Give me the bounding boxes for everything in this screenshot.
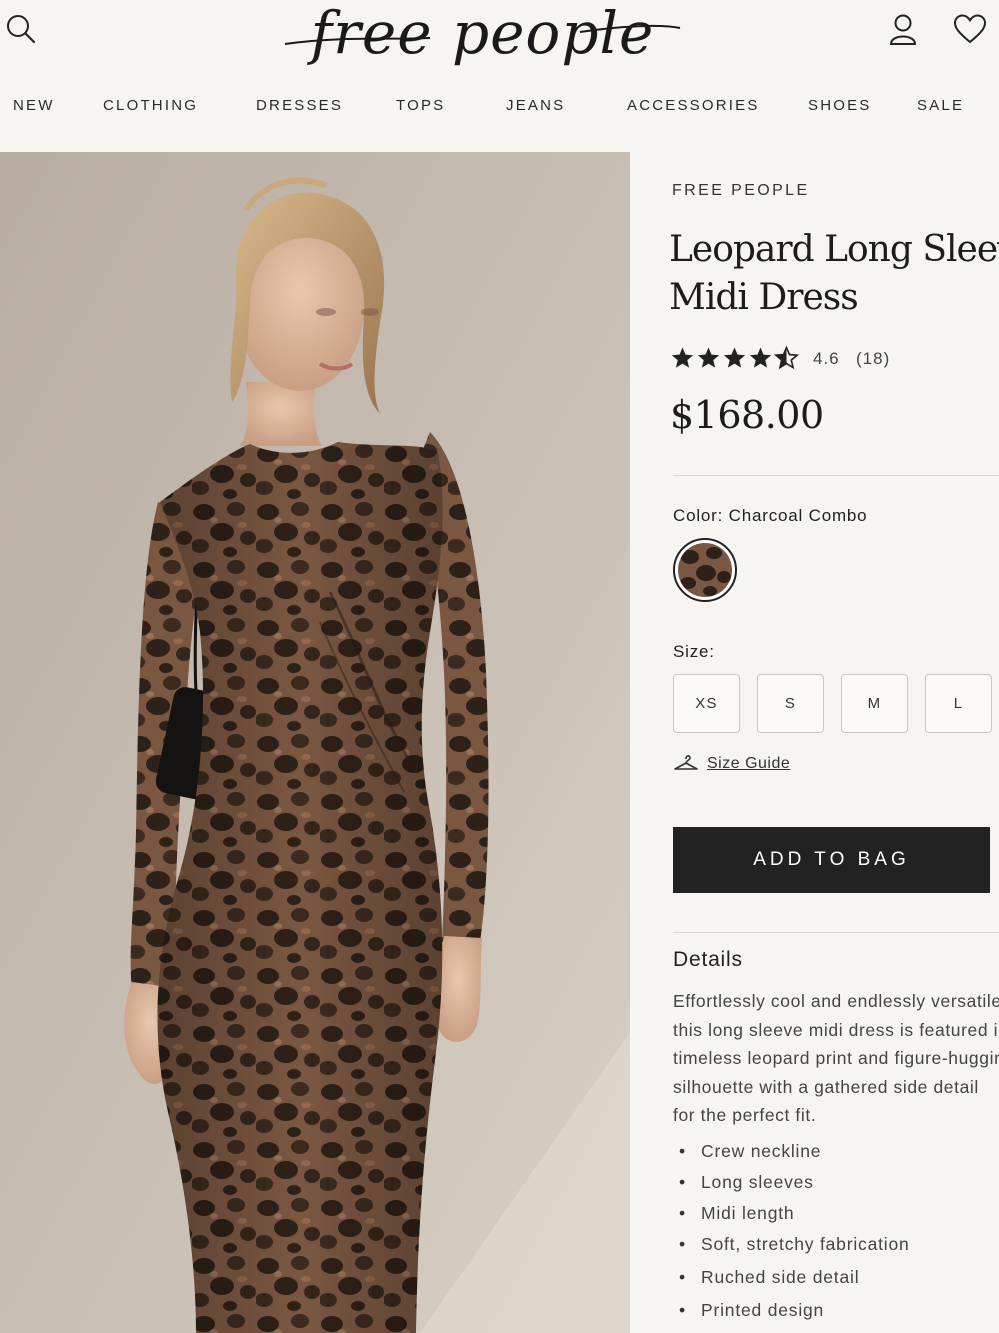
nav-jeans[interactable]: JEANS — [506, 92, 565, 120]
star-icon — [696, 346, 722, 375]
details-line: silhouette with a gathered side detail — [673, 1076, 979, 1097]
feature-item: Long sleeves — [673, 1168, 999, 1199]
star-icon — [748, 346, 774, 375]
size-s-button[interactable]: S — [757, 674, 824, 733]
nav-dresses[interactable]: DRESSES — [256, 92, 343, 120]
swatch-leopard-print — [678, 543, 732, 597]
feature-item: Printed design — [673, 1296, 999, 1327]
details-line: Effortlessly cool and endlessly versatil… — [673, 991, 999, 1011]
feature-item: Crew neckline — [673, 1137, 999, 1168]
size-m-button[interactable]: M — [841, 674, 908, 733]
details-description: Effortlessly cool and endlessly versatil… — [673, 987, 999, 1130]
rating-value: 4.6 — [813, 349, 840, 368]
details-line: timeless leopard print and figure-huggin… — [673, 1048, 999, 1069]
star-icon — [722, 346, 748, 375]
divider — [673, 932, 999, 933]
add-to-bag-button[interactable]: ADD TO BAG — [673, 827, 990, 893]
nav-clothing[interactable]: CLOTHING — [103, 92, 198, 120]
search-icon[interactable] — [4, 12, 36, 44]
details-line: this long sleeve midi dress is featured … — [673, 1019, 999, 1040]
color-label: Color: Charcoal Combo — [673, 506, 868, 525]
nav-accessories[interactable]: ACCESSORIES — [627, 92, 760, 120]
main-nav: NEW CLOTHING DRESSES TOPS JEANS ACCESSOR… — [0, 92, 999, 122]
brand-logo[interactable]: free people — [280, 0, 685, 70]
size-l-button[interactable]: L — [925, 674, 992, 733]
feature-item: Midi length — [673, 1199, 999, 1230]
product-title-line2: Midi Dress — [669, 277, 859, 318]
heart-icon[interactable] — [952, 12, 988, 46]
feature-item: Ruched side detail — [673, 1263, 999, 1296]
color-swatch-charcoal-combo[interactable] — [673, 538, 737, 602]
size-guide-link[interactable]: Size Guide — [673, 752, 790, 776]
size-label: Size: — [673, 642, 715, 661]
review-count[interactable]: (18) — [856, 349, 890, 369]
account-icon[interactable] — [886, 12, 920, 46]
nav-new[interactable]: NEW — [13, 92, 55, 120]
size-xs-button[interactable]: XS — [673, 674, 740, 733]
star-half-icon — [773, 344, 800, 375]
product-title-line1: Leopard Long Sleeve — [669, 229, 999, 270]
site-header: free people NEW CLOTHING DRESSES TOPS JE… — [0, 0, 999, 142]
product-info-panel: FREE PEOPLE Leopard Long Sleeve Midi Dre… — [630, 142, 999, 1333]
product-price: $168.00 — [670, 393, 824, 437]
divider — [673, 475, 999, 476]
feature-list: Crew neckline Long sleeves Midi length S… — [673, 1137, 999, 1327]
product-brand[interactable]: FREE PEOPLE — [672, 182, 810, 200]
star-icon — [670, 346, 696, 375]
size-guide-label: Size Guide — [707, 755, 791, 772]
details-line: for the perfect fit. — [673, 1105, 817, 1126]
product-image[interactable] — [0, 152, 630, 1333]
feature-item: Soft, stretchy fabrication — [673, 1230, 999, 1263]
details-heading[interactable]: Details — [673, 948, 743, 972]
nav-shoes[interactable]: SHOES — [808, 92, 872, 120]
star-rating[interactable] — [670, 344, 800, 375]
product-title: Leopard Long Sleeve Midi Dress — [669, 226, 999, 322]
nav-tops[interactable]: TOPS — [396, 92, 445, 120]
hanger-icon — [673, 753, 699, 776]
nav-sale[interactable]: SALE — [917, 92, 964, 120]
